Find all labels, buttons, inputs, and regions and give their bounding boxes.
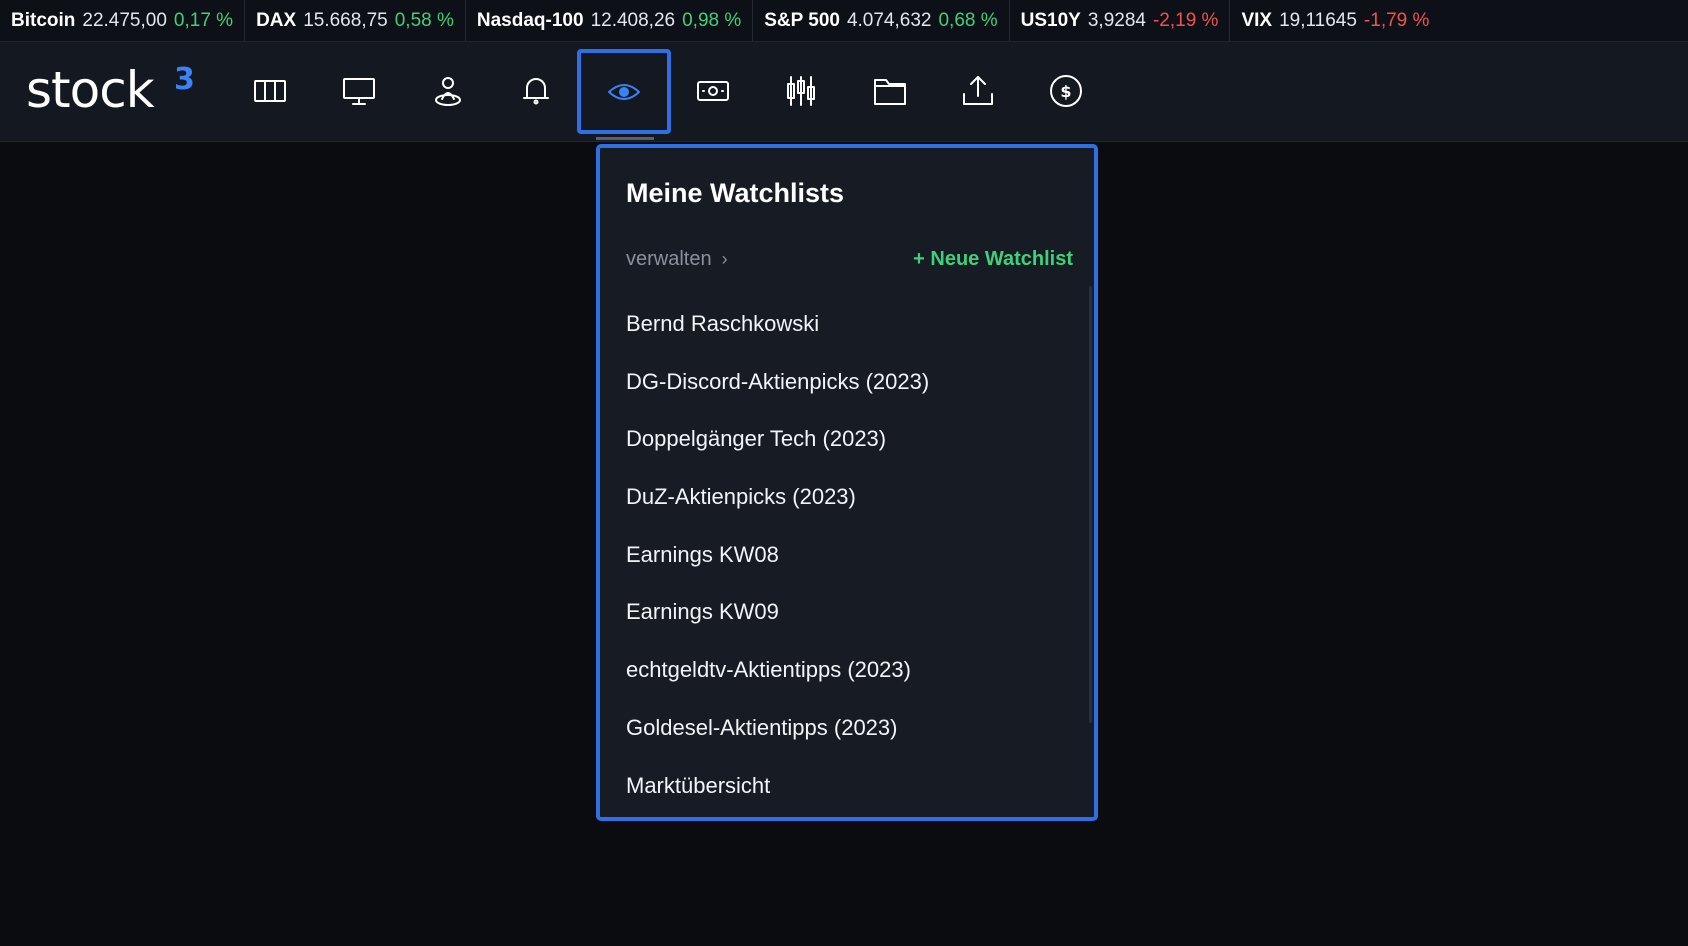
ticker-item-us10y[interactable]: US10Y 3,9284 -2,19 %: [1010, 0, 1231, 41]
eye-icon: [608, 83, 640, 100]
ticker-change: 0,17 %: [173, 9, 234, 31]
svg-text:$: $: [1060, 82, 1071, 101]
watchlist-dropdown: Meine Watchlists verwalten › + Neue Watc…: [596, 144, 1098, 821]
ticker-name: DAX: [256, 9, 297, 31]
nav-chart-button[interactable]: [758, 50, 844, 132]
banknote-icon: [697, 81, 729, 101]
dropdown-scrollbar[interactable]: [1089, 286, 1092, 723]
watchlist-item[interactable]: echtgeldtv-Aktientipps (2023): [626, 654, 1074, 712]
ticker-change: 0,68 %: [938, 9, 998, 31]
active-tab-indicator: [596, 137, 654, 140]
logo-text: stock: [26, 61, 155, 119]
ticker-item-sp500[interactable]: S&P 500 4.074,632 0,68 %: [753, 0, 1010, 41]
ticker-name: US10Y: [1020, 9, 1081, 31]
nav-alerts-button[interactable]: [493, 50, 579, 132]
top-navigation: stock 3 $: [0, 42, 1688, 142]
new-watchlist-button[interactable]: + Neue Watchlist: [913, 248, 1073, 271]
ticker-value: 4.074,632: [846, 9, 932, 31]
user-pin-icon: [435, 77, 461, 106]
market-ticker: Bitcoin 22.475,00 0,17 % DAX 15.668,75 0…: [0, 0, 1688, 42]
ticker-name: S&P 500: [764, 9, 840, 31]
nav-profile-button[interactable]: [405, 50, 491, 132]
ticker-value: 3,9284: [1087, 9, 1146, 31]
ticker-value: 15.668,75: [303, 9, 388, 31]
ticker-item-dax[interactable]: DAX 15.668,75 0,58 %: [245, 0, 466, 41]
dropdown-title: Meine Watchlists: [626, 178, 845, 208]
manage-label: verwalten: [626, 248, 712, 270]
ticker-change: -2,19 %: [1152, 9, 1219, 31]
ticker-name: VIX: [1241, 9, 1273, 31]
ticker-change: 0,58 %: [394, 9, 454, 31]
nav-columns-button[interactable]: [227, 50, 313, 132]
folder-icon: [874, 79, 906, 105]
watchlist-item[interactable]: Earnings KW08: [626, 539, 1074, 597]
nav-monitor-button[interactable]: [316, 50, 402, 132]
ticker-name: Bitcoin: [11, 9, 76, 31]
manage-watchlists-link[interactable]: verwalten ›: [626, 248, 728, 271]
ticker-name: Nasdaq-100: [476, 9, 584, 31]
nav-folder-button[interactable]: [847, 50, 933, 132]
watchlist-item[interactable]: Marktübersicht: [626, 770, 1074, 828]
bell-icon: [523, 78, 549, 105]
nav-watchlist-button[interactable]: [577, 49, 671, 134]
columns-icon: [254, 80, 286, 102]
ticker-value: 22.475,00: [82, 9, 167, 31]
logo-superscript: 3: [174, 62, 195, 97]
watchlist-item[interactable]: DG-Discord-Aktienpicks (2023): [626, 366, 1074, 424]
ticker-change: 0,98 %: [682, 9, 742, 31]
ticker-item-nasdaq[interactable]: Nasdaq-100 12.408,26 0,98 %: [466, 0, 754, 41]
watchlist-item[interactable]: Doppelgänger Tech (2023): [626, 423, 1074, 481]
ticker-change: -1,79 %: [1363, 9, 1430, 31]
watchlist-item[interactable]: Goldesel-Aktientipps (2023): [626, 712, 1074, 770]
watchlist-item[interactable]: Earnings KW09: [626, 596, 1074, 654]
watchlist-list: Bernd Raschkowski DG-Discord-Aktienpicks…: [626, 308, 1074, 827]
ticker-value: 12.408,26: [590, 9, 676, 31]
monitor-icon: [343, 78, 375, 105]
nav-money-button[interactable]: [670, 50, 756, 132]
stock3-logo[interactable]: stock 3: [26, 60, 195, 120]
nav-pricing-button[interactable]: $: [1023, 50, 1109, 132]
chevron-right-icon: ›: [721, 249, 728, 269]
watchlist-item[interactable]: DuZ-Aktienpicks (2023): [626, 481, 1074, 539]
watchlist-item[interactable]: Bernd Raschkowski: [626, 308, 1074, 366]
upload-icon: [963, 76, 993, 105]
ticker-item-bitcoin[interactable]: Bitcoin 22.475,00 0,17 %: [0, 0, 246, 41]
nav-upload-button[interactable]: [935, 50, 1021, 132]
candlestick-icon: [787, 76, 815, 106]
ticker-item-vix[interactable]: VIX 19,11645 -1,79 %: [1230, 0, 1440, 41]
dollar-coin-icon: $: [1050, 75, 1082, 107]
ticker-value: 19,11645: [1279, 9, 1357, 31]
